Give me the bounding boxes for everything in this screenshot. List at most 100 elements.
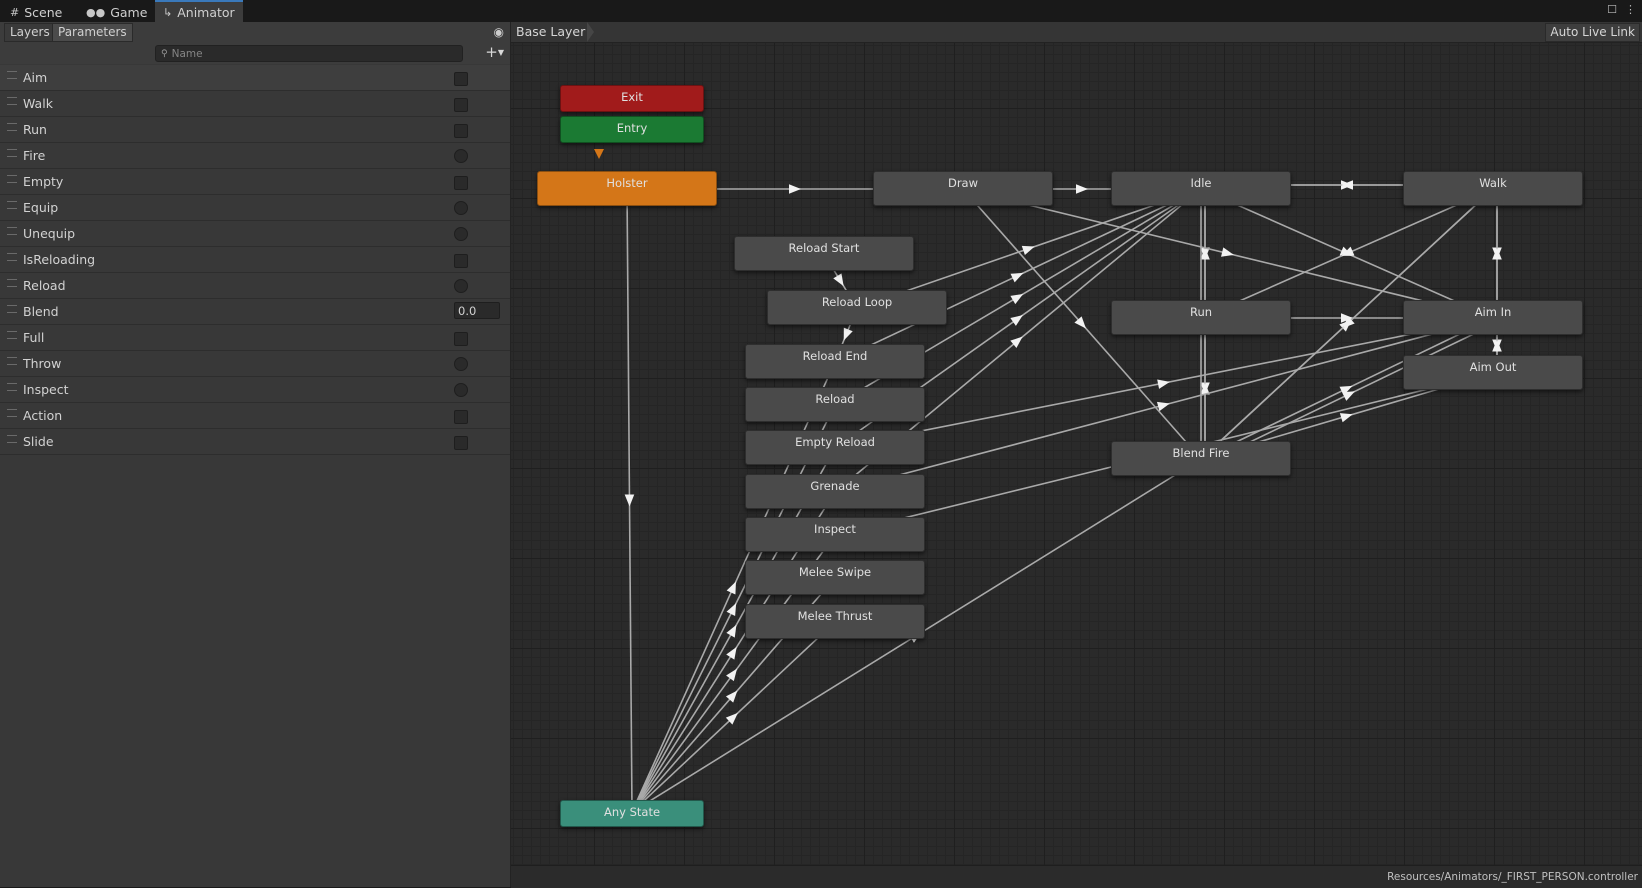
state-run[interactable]: Run xyxy=(1111,300,1291,335)
drag-handle-icon[interactable] xyxy=(7,357,17,365)
transition-arrow-icon xyxy=(1221,247,1234,257)
parameter-row[interactable]: Blend 0.0 xyxy=(0,299,510,325)
lock-icon[interactable]: ☐ xyxy=(1607,3,1617,16)
drag-handle-icon[interactable] xyxy=(7,71,17,79)
drag-handle-icon[interactable] xyxy=(7,201,17,209)
tab-scene[interactable]: # Scene xyxy=(2,2,70,22)
more-menu-icon[interactable]: ⋮ xyxy=(1625,3,1636,16)
state-inspect[interactable]: Inspect xyxy=(745,517,925,552)
drag-handle-icon[interactable] xyxy=(7,383,17,391)
transition-arrow-icon xyxy=(1021,245,1035,255)
bool-checkbox[interactable] xyxy=(454,332,468,346)
gamepad-icon: ●● xyxy=(86,5,106,19)
state-empty-reload[interactable]: Empty Reload xyxy=(745,430,925,465)
parameter-row[interactable]: Reload xyxy=(0,273,510,299)
state-idle[interactable]: Idle xyxy=(1111,171,1291,206)
parameter-name: Throw xyxy=(23,356,62,371)
bool-checkbox[interactable] xyxy=(454,410,468,424)
bool-checkbox[interactable] xyxy=(454,98,468,112)
state-holster[interactable]: Holster xyxy=(537,171,717,206)
drag-handle-icon[interactable] xyxy=(7,149,17,157)
bool-checkbox[interactable] xyxy=(454,254,468,268)
state-aim-in[interactable]: Aim In xyxy=(1403,300,1583,335)
trigger-radio[interactable] xyxy=(454,227,468,241)
transition-links xyxy=(594,149,1502,813)
transition-arrow-icon xyxy=(843,327,853,341)
transition-arrow-icon xyxy=(726,603,737,617)
add-parameter-button[interactable]: +▼ xyxy=(485,44,504,61)
state-reload-start[interactable]: Reload Start xyxy=(734,236,914,271)
drag-handle-icon[interactable] xyxy=(7,409,17,417)
transition-arrow-icon xyxy=(1010,272,1024,283)
bool-checkbox[interactable] xyxy=(454,176,468,190)
trigger-radio[interactable] xyxy=(454,383,468,397)
state-any-state[interactable]: Any State xyxy=(560,800,704,827)
search-box[interactable]: ⚲ xyxy=(155,45,463,62)
state-grenade[interactable]: Grenade xyxy=(745,474,925,509)
window-controls: ☐ ⋮ xyxy=(1607,3,1636,16)
float-field[interactable]: 0.0 xyxy=(454,302,500,319)
transition-arrow-icon xyxy=(1339,413,1353,423)
state-reload-end[interactable]: Reload End xyxy=(745,344,925,379)
transition-arrow-icon xyxy=(789,184,801,194)
parameter-row[interactable]: Aim xyxy=(0,65,510,91)
parameter-row[interactable]: Run xyxy=(0,117,510,143)
drag-handle-icon[interactable] xyxy=(7,253,17,261)
drag-handle-icon[interactable] xyxy=(7,227,17,235)
drag-handle-icon[interactable] xyxy=(7,279,17,287)
state-entry[interactable]: Entry xyxy=(560,116,704,143)
transition-arrow-icon xyxy=(1010,293,1024,305)
drag-handle-icon[interactable] xyxy=(7,435,17,443)
parameter-row[interactable]: Walk xyxy=(0,91,510,117)
transition-arrow-icon xyxy=(1010,315,1023,326)
drag-handle-icon[interactable] xyxy=(7,175,17,183)
parameter-row[interactable]: Fire xyxy=(0,143,510,169)
state-reload[interactable]: Reload xyxy=(745,387,925,422)
tab-layers[interactable]: Layers xyxy=(4,23,56,42)
bool-checkbox[interactable] xyxy=(454,72,468,86)
parameter-name: Unequip xyxy=(23,226,76,241)
auto-live-link-button[interactable]: Auto Live Link xyxy=(1545,23,1640,42)
parameter-row[interactable]: Full xyxy=(0,325,510,351)
trigger-radio[interactable] xyxy=(454,149,468,163)
parameter-row[interactable]: IsReloading xyxy=(0,247,510,273)
tab-animator[interactable]: ↳ Animator xyxy=(155,0,243,22)
parameter-row[interactable]: Slide xyxy=(0,429,510,455)
state-machine-graph[interactable]: Exit Entry Holster Draw Idle Walk Reload… xyxy=(511,22,1642,865)
panel-subtabs: Layers Parameters ◉ xyxy=(0,22,510,43)
breadcrumb-bar: Base Layer Auto Live Link xyxy=(511,22,1642,43)
controller-path: Resources/Animators/_FIRST_PERSON.contro… xyxy=(1387,871,1638,883)
animator-icon: ↳ xyxy=(163,5,173,19)
transition-arrow-icon xyxy=(726,581,736,595)
parameter-row[interactable]: Equip xyxy=(0,195,510,221)
state-walk[interactable]: Walk xyxy=(1403,171,1583,206)
state-aim-out[interactable]: Aim Out xyxy=(1403,355,1583,390)
drag-handle-icon[interactable] xyxy=(7,97,17,105)
parameter-row[interactable]: Action xyxy=(0,403,510,429)
state-exit[interactable]: Exit xyxy=(560,85,704,112)
parameter-row[interactable]: Empty xyxy=(0,169,510,195)
state-melee-thrust[interactable]: Melee Thrust xyxy=(745,604,925,639)
tab-game[interactable]: ●● Game xyxy=(78,2,155,22)
state-melee-swipe[interactable]: Melee Swipe xyxy=(745,560,925,595)
search-input[interactable] xyxy=(171,47,442,60)
state-blend-fire[interactable]: Blend Fire xyxy=(1111,441,1291,476)
drag-handle-icon[interactable] xyxy=(7,305,17,313)
drag-handle-icon[interactable] xyxy=(7,331,17,339)
eye-icon[interactable]: ◉ xyxy=(494,25,504,39)
trigger-radio[interactable] xyxy=(454,201,468,215)
parameter-row[interactable]: Throw xyxy=(0,351,510,377)
parameter-row[interactable]: Unequip xyxy=(0,221,510,247)
entry-arrow-icon xyxy=(594,149,604,159)
state-draw[interactable]: Draw xyxy=(873,171,1053,206)
bool-checkbox[interactable] xyxy=(454,124,468,138)
tab-parameters[interactable]: Parameters xyxy=(52,23,133,42)
bool-checkbox[interactable] xyxy=(454,436,468,450)
trigger-radio[interactable] xyxy=(454,357,468,371)
trigger-radio[interactable] xyxy=(454,279,468,293)
drag-handle-icon[interactable] xyxy=(7,123,17,131)
parameter-name: Action xyxy=(23,408,63,423)
state-reload-loop[interactable]: Reload Loop xyxy=(767,290,947,325)
parameter-row[interactable]: Inspect xyxy=(0,377,510,403)
breadcrumb[interactable]: Base Layer xyxy=(516,24,585,39)
